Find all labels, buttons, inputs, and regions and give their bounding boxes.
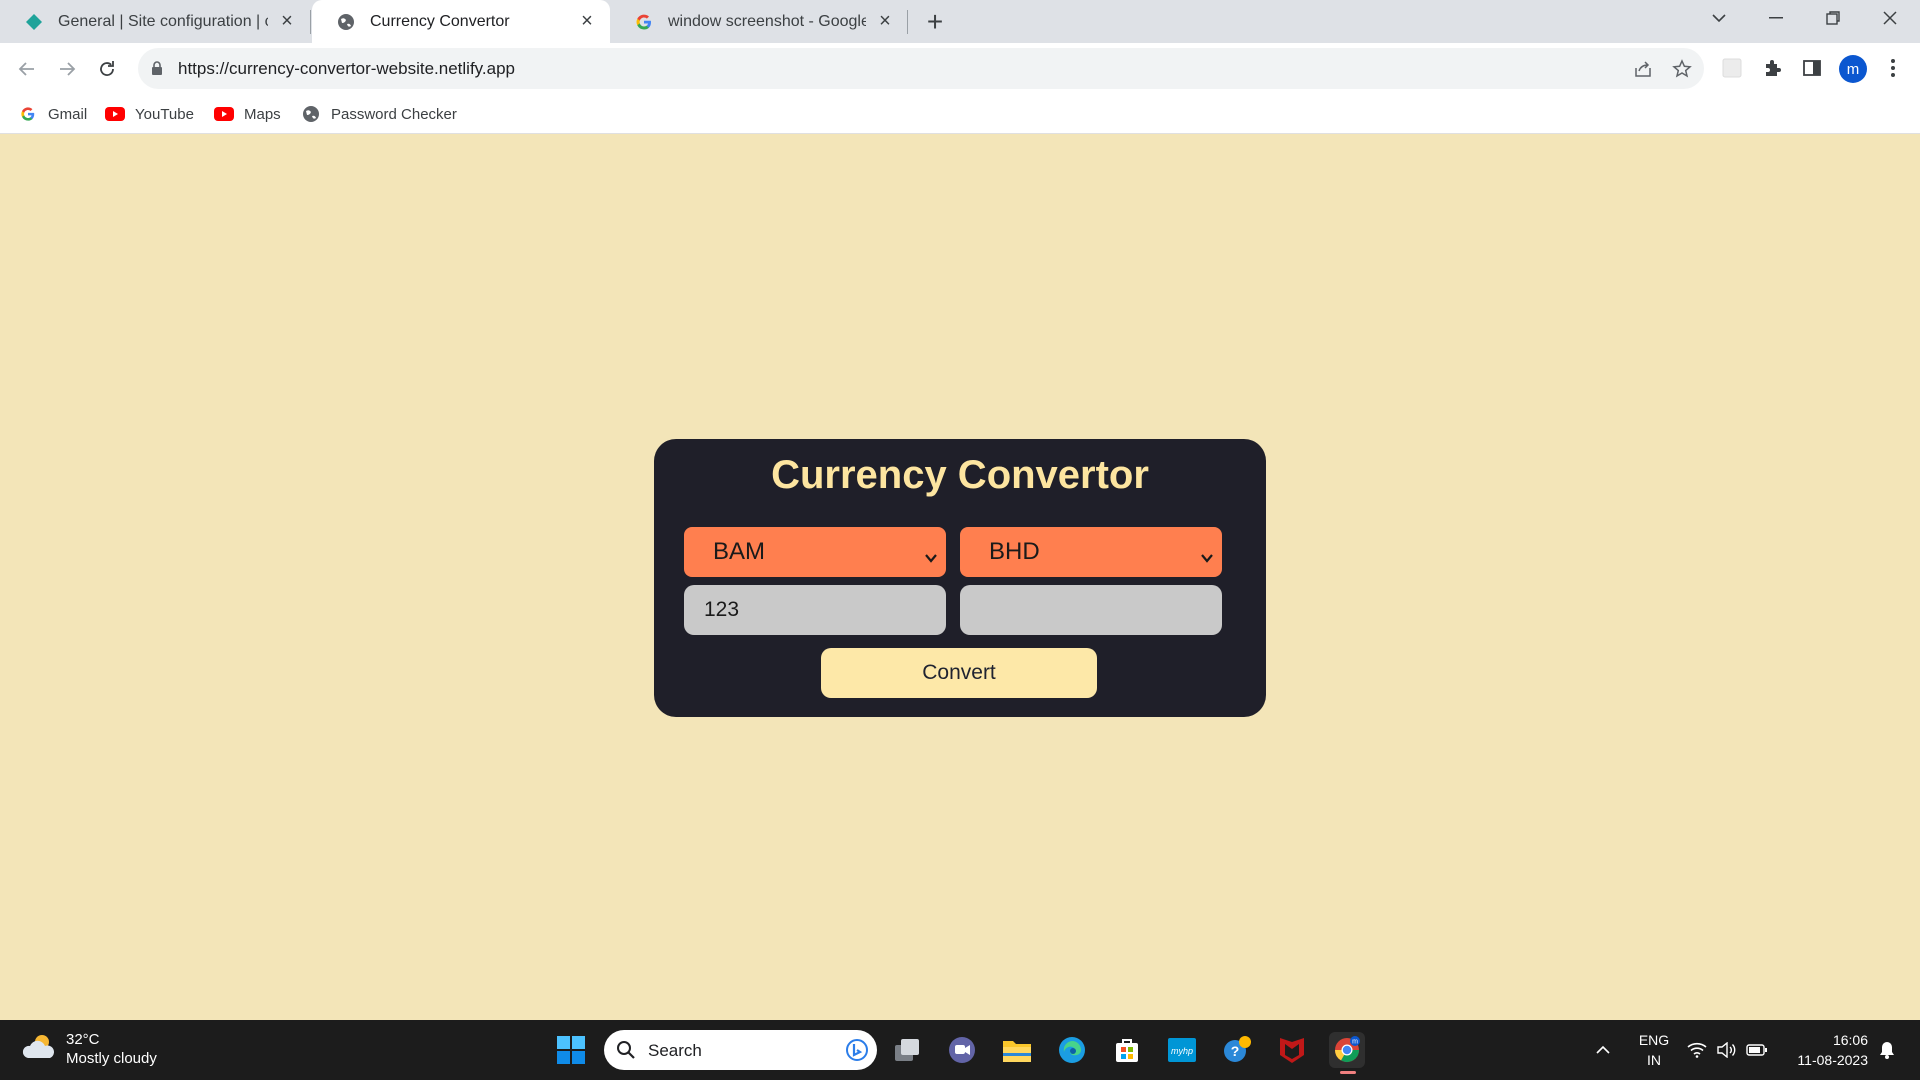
- globe-icon: [336, 12, 356, 32]
- weather-widget[interactable]: 32°C Mostly cloudy: [22, 1030, 157, 1068]
- tray-overflow-chevron-icon[interactable]: [1590, 1020, 1616, 1080]
- help-tips-icon[interactable]: ?: [1219, 1032, 1255, 1068]
- chrome-active-indicator: [1340, 1071, 1356, 1074]
- globe-icon: [301, 104, 321, 124]
- system-clock[interactable]: 16:06 11-08-2023: [1774, 1030, 1868, 1070]
- tab-site-configuration[interactable]: General | Site configuration | currency-…: [0, 0, 310, 43]
- more-menu-icon[interactable]: [1880, 55, 1906, 81]
- bookmark-maps[interactable]: Maps: [214, 102, 281, 126]
- tab-strip: General | Site configuration | currency-…: [0, 0, 1920, 43]
- tab-title: window screenshot - Google Search: [668, 12, 866, 30]
- google-g-icon: [634, 12, 654, 32]
- windows-start-icon[interactable]: [553, 1032, 589, 1068]
- youtube-icon: [105, 104, 125, 124]
- tab-google-search[interactable]: window screenshot - Google Search ×: [610, 0, 908, 43]
- tab-currency-convertor[interactable]: Currency Convertor ×: [312, 0, 610, 43]
- chevron-down-icon: [924, 544, 938, 572]
- browser-toolbar: https://currency-convertor-website.netli…: [0, 43, 1920, 94]
- from-currency-select[interactable]: BAM: [684, 527, 946, 577]
- edge-browser-icon[interactable]: [1054, 1032, 1090, 1068]
- task-view-icon[interactable]: [889, 1032, 925, 1068]
- tab-close-icon[interactable]: ×: [874, 10, 896, 33]
- mcafee-icon[interactable]: [1274, 1032, 1310, 1068]
- tab-separator: [907, 10, 908, 34]
- bing-icon[interactable]: [843, 1036, 871, 1064]
- tab-separator: [310, 10, 311, 34]
- minimize-icon[interactable]: [1751, 0, 1801, 36]
- volume-icon[interactable]: [1714, 1020, 1740, 1080]
- result-output[interactable]: [960, 585, 1222, 635]
- bookmark-label: Gmail: [48, 105, 88, 123]
- address-bar[interactable]: https://currency-convertor-website.netli…: [138, 48, 1704, 89]
- tab-title: General | Site configuration | currency-…: [58, 12, 268, 30]
- close-window-icon[interactable]: [1865, 0, 1915, 36]
- bookmark-label: YouTube: [135, 105, 194, 123]
- language-region: IN: [1647, 1052, 1661, 1068]
- tab-title: Currency Convertor: [370, 12, 510, 30]
- search-label: Search: [648, 1041, 702, 1060]
- svg-text:m: m: [1352, 1039, 1358, 1046]
- myhp-icon[interactable]: myhp: [1164, 1032, 1200, 1068]
- lock-icon[interactable]: [150, 60, 164, 81]
- back-arrow-icon[interactable]: [11, 53, 43, 85]
- teams-chat-icon[interactable]: [944, 1032, 980, 1068]
- side-panel-icon[interactable]: [1799, 55, 1825, 81]
- wifi-icon[interactable]: [1684, 1020, 1710, 1080]
- taskbar-search[interactable]: Search: [604, 1030, 877, 1070]
- netlify-diamond-icon: [24, 12, 44, 32]
- restore-icon[interactable]: [1808, 0, 1858, 36]
- new-tab-plus-icon[interactable]: +: [920, 6, 950, 37]
- app-title: Currency Convertor: [771, 453, 1149, 497]
- chrome-icon[interactable]: m: [1329, 1032, 1365, 1068]
- language-indicator[interactable]: ENG IN: [1634, 1030, 1674, 1070]
- microsoft-store-icon[interactable]: [1109, 1032, 1145, 1068]
- language-code: ENG: [1638, 1032, 1670, 1048]
- google-g-icon: [18, 104, 38, 124]
- to-currency-value: BHD: [989, 538, 1040, 565]
- file-explorer-icon[interactable]: [999, 1032, 1035, 1068]
- weather-condition: Mostly cloudy: [66, 1050, 157, 1067]
- tab-close-icon[interactable]: ×: [276, 10, 298, 33]
- clock-date: 11-08-2023: [1797, 1052, 1868, 1068]
- svg-text:myhp: myhp: [1171, 1046, 1193, 1056]
- amount-input[interactable]: 123: [684, 585, 946, 635]
- tab-close-icon[interactable]: ×: [576, 10, 598, 33]
- clock-time: 16:06: [1832, 1032, 1868, 1048]
- bookmarks-bar: Gmail YouTube Maps Password Checker: [0, 94, 1920, 134]
- from-currency-value: BAM: [713, 538, 766, 565]
- bookmark-label: Maps: [244, 105, 281, 123]
- extension-placeholder-icon[interactable]: [1719, 55, 1745, 81]
- bookmark-label: Password Checker: [331, 105, 457, 123]
- share-icon[interactable]: [1632, 58, 1654, 80]
- bookmark-youtube[interactable]: YouTube: [105, 102, 194, 126]
- youtube-icon: [214, 104, 234, 124]
- profile-avatar[interactable]: m: [1839, 55, 1867, 83]
- page-viewport: Currency Convertor BAM BHD 123 Convert: [0, 135, 1920, 1020]
- reload-icon[interactable]: [91, 53, 123, 85]
- url-text: https://currency-convertor-website.netli…: [178, 59, 515, 78]
- svg-text:?: ?: [1231, 1043, 1240, 1059]
- bookmark-gmail[interactable]: Gmail: [18, 102, 87, 126]
- notification-settings-icon[interactable]: [1874, 1020, 1900, 1080]
- to-currency-select[interactable]: BHD: [960, 527, 1222, 577]
- tab-search-chevron-icon[interactable]: [1694, 0, 1744, 36]
- bookmark-password-checker[interactable]: Password Checker: [301, 102, 457, 126]
- convert-button[interactable]: Convert: [821, 648, 1097, 698]
- cloudy-weather-icon: [22, 1032, 56, 1067]
- weather-temperature: 32°C: [66, 1031, 100, 1048]
- extensions-puzzle-icon[interactable]: [1759, 55, 1785, 81]
- bookmark-star-icon[interactable]: [1671, 58, 1693, 80]
- search-icon: [616, 1040, 636, 1065]
- forward-arrow-icon[interactable]: [51, 53, 83, 85]
- windows-taskbar: 32°C Mostly cloudy Search myhp ? m ENG I…: [0, 1020, 1920, 1080]
- battery-icon[interactable]: [1744, 1020, 1770, 1080]
- chevron-down-icon: [1200, 544, 1214, 572]
- converter-card: Currency Convertor BAM BHD 123 Convert: [654, 439, 1266, 717]
